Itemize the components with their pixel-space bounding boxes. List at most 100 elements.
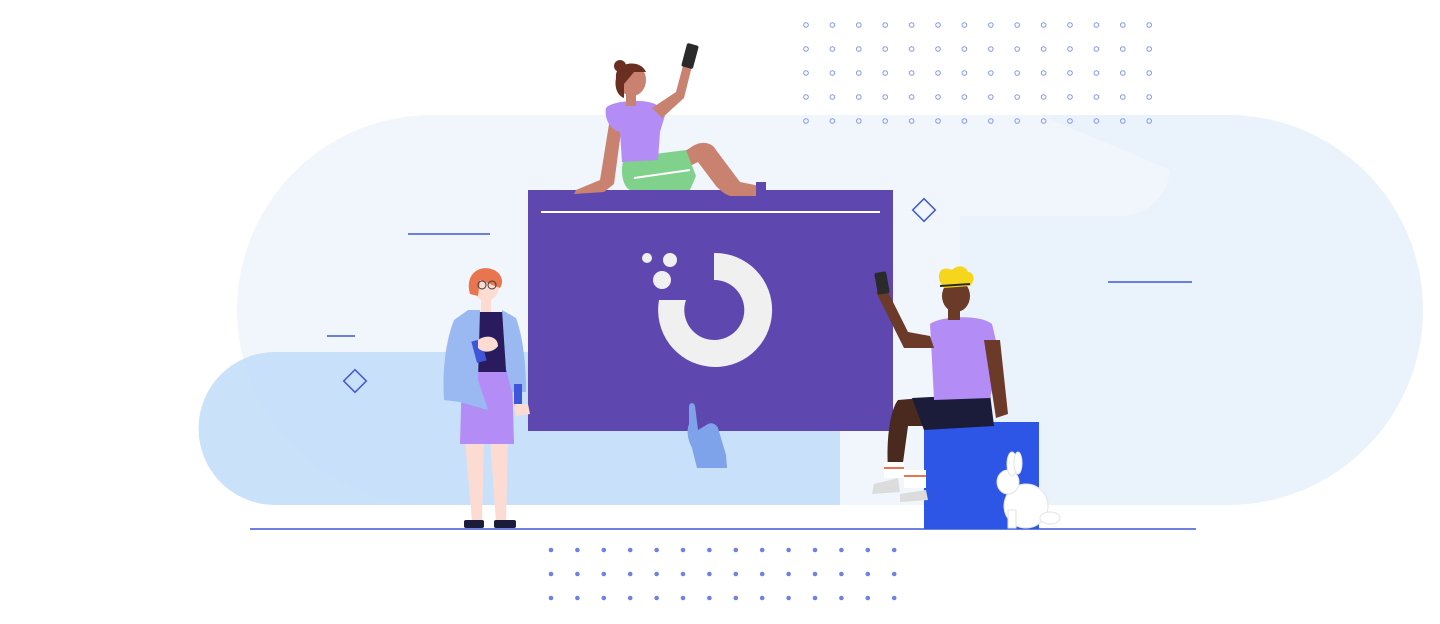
dot — [1093, 70, 1100, 76]
dot-grid-outlined — [803, 22, 1152, 124]
dot — [733, 547, 739, 553]
dot — [1120, 94, 1126, 100]
dot — [1067, 70, 1073, 76]
dot — [908, 94, 915, 100]
dot — [812, 547, 818, 553]
dot — [707, 595, 712, 601]
dot — [1014, 46, 1021, 52]
dot — [1014, 70, 1021, 76]
dot — [829, 22, 836, 28]
dot — [961, 70, 968, 76]
dot — [829, 70, 836, 76]
dot — [935, 46, 941, 52]
dot — [680, 571, 686, 577]
illustration-svg — [198, 22, 1423, 601]
dot — [935, 70, 941, 76]
dot — [1014, 94, 1021, 100]
dot — [548, 547, 554, 553]
dot — [812, 571, 818, 577]
dot — [882, 22, 889, 28]
dot — [759, 571, 765, 577]
dot — [627, 571, 633, 577]
dot — [908, 46, 915, 52]
dot — [1146, 22, 1152, 28]
dot — [908, 70, 915, 76]
dot — [865, 571, 871, 577]
dot — [654, 595, 659, 601]
dot — [654, 547, 659, 553]
dot — [627, 595, 633, 601]
dot — [1093, 22, 1100, 28]
dot — [601, 547, 607, 553]
dot — [1146, 46, 1152, 52]
dot — [891, 547, 897, 553]
dot — [786, 571, 791, 577]
dot — [865, 547, 871, 553]
dot — [961, 94, 968, 100]
dot — [733, 595, 739, 601]
dot — [803, 22, 809, 28]
dot — [1146, 70, 1152, 76]
dot — [961, 22, 968, 28]
dot — [961, 46, 968, 52]
dot — [575, 547, 580, 553]
dot — [733, 571, 739, 577]
dot — [856, 70, 862, 76]
dot — [1120, 46, 1126, 52]
dot-grid-filled — [548, 547, 897, 601]
dot — [812, 595, 818, 601]
dot — [829, 46, 836, 52]
dot — [707, 571, 712, 577]
dot — [882, 94, 889, 100]
dot — [1040, 94, 1047, 100]
dot — [803, 46, 809, 52]
dot — [856, 46, 862, 52]
dot — [1093, 46, 1100, 52]
dot — [1040, 70, 1047, 76]
dot — [575, 571, 580, 577]
dot — [935, 94, 941, 100]
dot — [786, 547, 791, 553]
dot — [988, 94, 994, 100]
dot — [829, 94, 836, 100]
dot — [839, 595, 844, 601]
dot — [548, 595, 554, 601]
dot — [988, 22, 994, 28]
dot — [882, 70, 889, 76]
dot — [988, 70, 994, 76]
dot — [803, 94, 809, 100]
dot — [1040, 22, 1047, 28]
dot — [891, 595, 897, 601]
dot — [654, 571, 659, 577]
purple-board — [528, 190, 893, 431]
dot — [1093, 94, 1100, 100]
dot — [707, 547, 712, 553]
dot — [856, 94, 862, 100]
dot — [759, 547, 765, 553]
dot — [856, 22, 862, 28]
dot — [680, 547, 686, 553]
dot — [759, 595, 765, 601]
dot — [891, 571, 897, 577]
dot — [601, 595, 607, 601]
dot — [935, 22, 941, 28]
hero-illustration — [0, 0, 1440, 624]
dot — [1040, 46, 1047, 52]
dot — [548, 571, 554, 577]
dot — [1120, 22, 1126, 28]
dot — [1014, 22, 1021, 28]
dot — [882, 46, 889, 52]
dot — [627, 547, 633, 553]
dot — [601, 571, 607, 577]
dot — [839, 547, 844, 553]
smartphone-icon — [681, 43, 699, 69]
shoe — [756, 182, 766, 198]
dot — [575, 595, 580, 601]
dot — [839, 571, 844, 577]
dot — [1146, 94, 1152, 100]
dot — [803, 70, 809, 76]
dot — [988, 46, 994, 52]
dot — [680, 595, 686, 601]
dot — [1067, 46, 1073, 52]
dot — [1067, 22, 1073, 28]
